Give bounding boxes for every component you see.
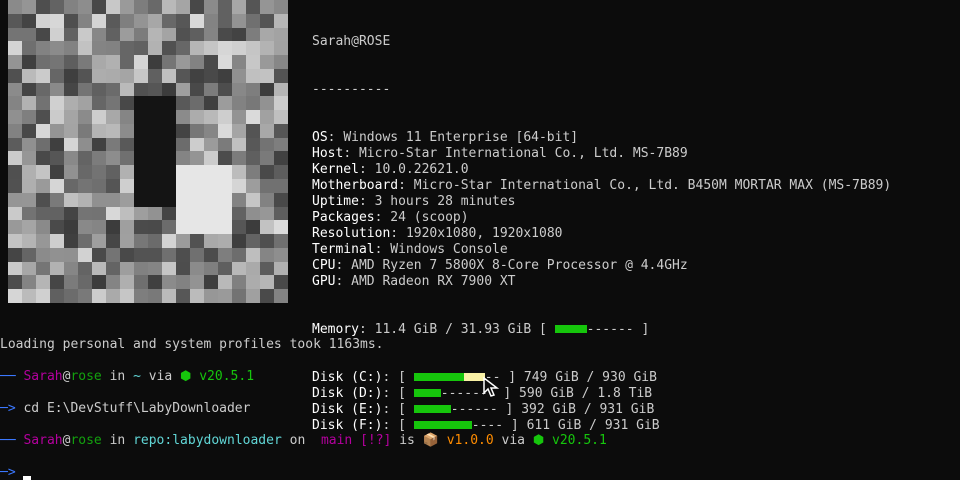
info-key: OS xyxy=(312,130,328,145)
package-version: v1.0.0 xyxy=(446,433,494,448)
prompt-dir: repo:labydownloader xyxy=(133,433,282,448)
disk-row: Disk (F:): [ ---- ] 611 GiB / 931 GiB xyxy=(312,418,660,433)
info-key: Host xyxy=(312,146,344,161)
info-key: Packages xyxy=(312,210,375,225)
info-key: Uptime xyxy=(312,194,359,209)
info-row: Kernel: 10.0.22621.0 xyxy=(312,162,469,177)
user-host-header: Sarah@ROSE xyxy=(312,34,391,49)
info-value: 1920x1080, 1920x1080 xyxy=(405,226,563,241)
memory-row: Memory: 11.4 GiB / 31.93 GiB [ ------ ] xyxy=(312,322,650,337)
command-arrow: ─> xyxy=(0,401,16,416)
disk-row: Disk (D:): [ ------- ] 590 GiB / 1.8 TiB xyxy=(312,386,653,401)
prompt-via: via xyxy=(501,433,525,448)
prompt-on: on xyxy=(289,433,306,448)
command-arrow: ─> xyxy=(0,465,16,480)
info-row: OS: Windows 11 Enterprise [64-bit] xyxy=(312,130,579,145)
info-value: Micro-Star International Co., Ltd. B450M… xyxy=(413,178,892,193)
prompt-user: Sarah xyxy=(23,369,63,384)
text-cursor xyxy=(23,476,32,480)
info-value: Windows Console xyxy=(390,242,508,257)
info-key: Terminal xyxy=(312,242,375,257)
prompt-host: rose xyxy=(70,433,102,448)
prompt-via: via xyxy=(148,369,173,384)
info-row: CPU: AMD Ryzen 7 5800X 8-Core Processor … xyxy=(312,258,688,273)
disk-bar-remainder: ------ xyxy=(450,402,498,417)
disk-key: Disk (E:) xyxy=(312,402,383,417)
disk-key: Disk (D:) xyxy=(312,386,383,401)
prompt-in: in xyxy=(109,369,126,384)
prompt-host: rose xyxy=(70,369,102,384)
ascii-logo-image xyxy=(8,0,288,303)
info-row: Uptime: 3 hours 28 minutes xyxy=(312,194,516,209)
info-value: 24 (scoop) xyxy=(390,210,469,225)
disk-value: 749 GiB / 930 GiB xyxy=(523,370,657,385)
disk-value: 590 GiB / 1.8 TiB xyxy=(519,386,653,401)
disk-value: 392 GiB / 931 GiB xyxy=(521,402,655,417)
node-version: v20.5.1 xyxy=(199,369,255,384)
disk-key: Disk (C:) xyxy=(312,370,383,385)
disk-bar-used xyxy=(413,420,472,429)
info-key: Motherboard xyxy=(312,178,399,193)
git-branch: main xyxy=(320,433,353,448)
info-value: Windows 11 Enterprise [64-bit] xyxy=(343,130,579,145)
disk-value: 611 GiB / 931 GiB xyxy=(526,418,660,433)
command-text: cd E:\DevStuff\LabyDownloader xyxy=(23,401,251,416)
info-row: Host: Micro-Star International Co., Ltd.… xyxy=(312,146,688,161)
loading-message: Loading personal and system profiles too… xyxy=(0,337,384,352)
info-key: Kernel xyxy=(312,162,359,177)
disk-bar-used xyxy=(413,404,451,413)
prompt-line-1: ── Sarah@rose in ~ via ⬢ v20.5.1 xyxy=(0,369,254,384)
disk-key: Disk (F:) xyxy=(312,418,383,433)
prompt-in: in xyxy=(109,433,126,448)
prompt-dash: ── xyxy=(0,433,16,448)
memory-bar-remainder: ------ xyxy=(586,322,634,337)
disk-row: Disk (E:): [ ------ ] 392 GiB / 931 GiB xyxy=(312,402,655,417)
info-key: GPU xyxy=(312,274,336,289)
system-info-panel: Sarah@ROSE ---------- OS: Windows 11 Ent… xyxy=(312,2,891,466)
info-key: Resolution xyxy=(312,226,391,241)
prompt-user: Sarah xyxy=(23,433,63,448)
info-row: Resolution: 1920x1080, 1920x1080 xyxy=(312,226,563,241)
header-separator: ---------- xyxy=(312,82,391,97)
prompt-line-2: ── Sarah@rose in repo:labydownloader on … xyxy=(0,433,607,448)
info-value: AMD Radeon RX 7900 XT xyxy=(351,274,516,289)
prompt-dir: ~ xyxy=(133,369,141,384)
disk-bar-used xyxy=(413,388,441,397)
info-row: Terminal: Windows Console xyxy=(312,242,508,257)
disk-bar-remainder: ---- xyxy=(471,418,504,433)
terminal-window[interactable]: Sarah@ROSE ---------- OS: Windows 11 Ent… xyxy=(0,0,960,480)
info-row: Packages: 24 (scoop) xyxy=(312,210,469,225)
node-icon: ⬢ xyxy=(180,369,192,384)
info-value: Micro-Star International Co., Ltd. MS-7B… xyxy=(358,146,688,161)
disk-row: Disk (C:): [ -- ] 749 GiB / 930 GiB xyxy=(312,370,657,385)
node-version: v20.5.1 xyxy=(552,433,607,448)
info-key: CPU xyxy=(312,258,336,273)
prompt-is: is xyxy=(399,433,415,448)
package-icon: 📦 xyxy=(422,433,439,448)
command-line-2[interactable]: ─> xyxy=(0,465,32,480)
memory-value: 11.4 GiB / 31.93 GiB xyxy=(374,322,532,337)
memory-key: Memory xyxy=(312,322,359,337)
command-line-1: ─> cd E:\DevStuff\LabyDownloader xyxy=(0,401,250,416)
memory-bar-used xyxy=(554,324,587,333)
git-status: [!?] xyxy=(360,433,392,448)
mouse-pointer-icon xyxy=(483,376,500,397)
info-row: GPU: AMD Radeon RX 7900 XT xyxy=(312,274,516,289)
info-row: Motherboard: Micro-Star International Co… xyxy=(312,178,892,193)
info-value: 3 hours 28 minutes xyxy=(374,194,516,209)
prompt-dash: ── xyxy=(0,369,16,384)
disk-bar-used xyxy=(413,372,464,381)
info-value: 10.0.22621.0 xyxy=(374,162,469,177)
info-value: AMD Ryzen 7 5800X 8-Core Processor @ 4.4… xyxy=(351,258,688,273)
node-icon: ⬢ xyxy=(532,433,545,448)
